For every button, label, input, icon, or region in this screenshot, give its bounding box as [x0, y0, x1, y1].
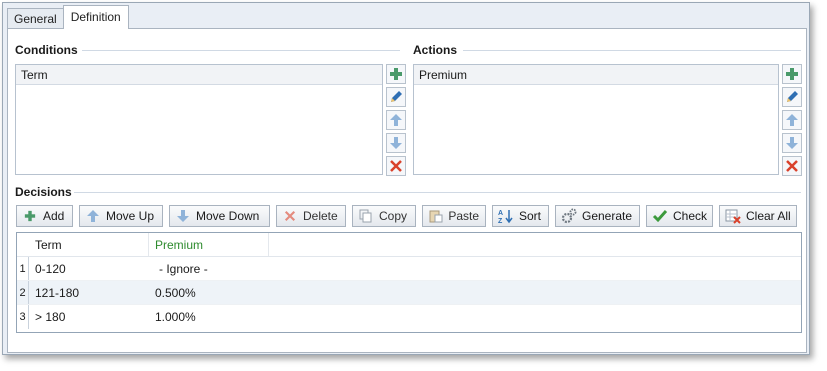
actions-list-header: Premium	[414, 65, 778, 85]
delete-button[interactable]: Delete	[276, 205, 346, 227]
conditions-move-down-button[interactable]	[386, 133, 406, 153]
conditions-list[interactable]: Term	[15, 64, 383, 175]
move-down-button[interactable]: Move Down	[169, 205, 270, 227]
decisions-grid[interactable]: Term Premium 1 0-120 - Ignore - 2 121-18…	[16, 232, 802, 333]
table-row[interactable]: 2 121-180 0.500%	[17, 281, 801, 305]
add-icon	[390, 68, 402, 80]
move-up-button[interactable]: Move Up	[79, 205, 163, 227]
sort-label: Sort	[519, 209, 542, 223]
rule-editor-window: General Definition Conditions Term Actio…	[2, 2, 810, 355]
generate-label: Generate	[582, 209, 633, 223]
cell-premium[interactable]: 1.000%	[149, 305, 269, 329]
cell-term[interactable]: > 180	[29, 305, 149, 329]
clear-all-label: Clear All	[746, 209, 791, 223]
row-number: 3	[17, 305, 29, 329]
svg-text:Z: Z	[498, 218, 503, 224]
cell-premium[interactable]: - Ignore -	[149, 257, 269, 280]
move-up-icon	[85, 208, 101, 224]
move-up-icon	[390, 114, 402, 126]
delete-label: Delete	[303, 209, 338, 223]
copy-label: Copy	[379, 209, 408, 223]
cell-premium[interactable]: 0.500%	[149, 281, 269, 304]
cell-term[interactable]: 121-180	[29, 281, 149, 304]
move-up-label: Move Up	[106, 209, 155, 223]
move-down-icon	[175, 208, 191, 224]
actions-edit-button[interactable]	[782, 87, 802, 107]
copy-icon	[358, 208, 374, 224]
clear-all-button[interactable]: Clear All	[719, 205, 797, 227]
edit-icon	[391, 91, 402, 102]
paste-label: Paste	[448, 209, 479, 223]
row-number-header	[17, 233, 29, 256]
conditions-edit-button[interactable]	[386, 87, 406, 107]
generate-button[interactable]: Generate	[555, 205, 640, 227]
delete-icon	[282, 208, 298, 224]
delete-icon	[786, 160, 798, 172]
grid-header-row: Term Premium	[17, 233, 801, 257]
actions-title: Actions	[413, 43, 458, 57]
add-icon	[22, 208, 38, 224]
tab-strip: General Definition	[7, 5, 129, 29]
conditions-title: Conditions	[15, 43, 78, 57]
add-icon	[786, 68, 798, 80]
conditions-move-up-button[interactable]	[386, 110, 406, 130]
conditions-buttons	[386, 64, 406, 179]
sort-icon: AZ	[498, 208, 514, 224]
row-number: 2	[17, 281, 29, 304]
conditions-add-button[interactable]	[386, 64, 406, 84]
table-row[interactable]: 3 > 180 1.000%	[17, 305, 801, 329]
actions-divider	[463, 50, 801, 51]
add-button[interactable]: Add	[16, 205, 73, 227]
move-down-icon	[786, 137, 798, 149]
actions-move-up-button[interactable]	[782, 110, 802, 130]
add-label: Add	[43, 209, 65, 223]
decisions-title: Decisions	[15, 185, 72, 199]
actions-delete-button[interactable]	[782, 156, 802, 176]
actions-add-button[interactable]	[782, 64, 802, 84]
gears-icon	[561, 208, 577, 224]
edit-icon	[787, 91, 798, 102]
paste-button[interactable]: Paste	[422, 205, 486, 227]
move-up-icon	[786, 114, 798, 126]
tab-definition[interactable]: Definition	[62, 5, 129, 29]
cell-term[interactable]: 0-120	[29, 257, 149, 280]
move-down-label: Move Down	[196, 209, 260, 223]
actions-buttons	[782, 64, 802, 179]
delete-icon	[390, 160, 402, 172]
conditions-divider	[82, 50, 400, 51]
column-header-premium[interactable]: Premium	[149, 233, 269, 256]
actions-move-down-button[interactable]	[782, 133, 802, 153]
actions-list[interactable]: Premium	[413, 64, 779, 175]
tab-general[interactable]: General	[7, 8, 64, 29]
copy-button[interactable]: Copy	[352, 205, 416, 227]
check-button[interactable]: Check	[646, 205, 713, 227]
decisions-divider	[74, 192, 801, 193]
row-number: 1	[17, 257, 29, 280]
paste-icon	[428, 208, 443, 224]
check-icon	[652, 208, 668, 224]
conditions-delete-button[interactable]	[386, 156, 406, 176]
conditions-list-header: Term	[16, 65, 382, 85]
svg-text:A: A	[498, 210, 503, 217]
clear-all-icon	[725, 208, 741, 224]
move-down-icon	[390, 137, 402, 149]
decisions-toolbar: Add Move Up Move Down Delete Copy Paste	[16, 205, 797, 227]
check-label: Check	[673, 209, 708, 223]
definition-panel: Conditions Term Actions Premium Decision…	[7, 28, 807, 353]
column-header-term[interactable]: Term	[29, 233, 149, 256]
sort-button[interactable]: AZ Sort	[492, 205, 549, 227]
table-row[interactable]: 1 0-120 - Ignore -	[17, 257, 801, 281]
